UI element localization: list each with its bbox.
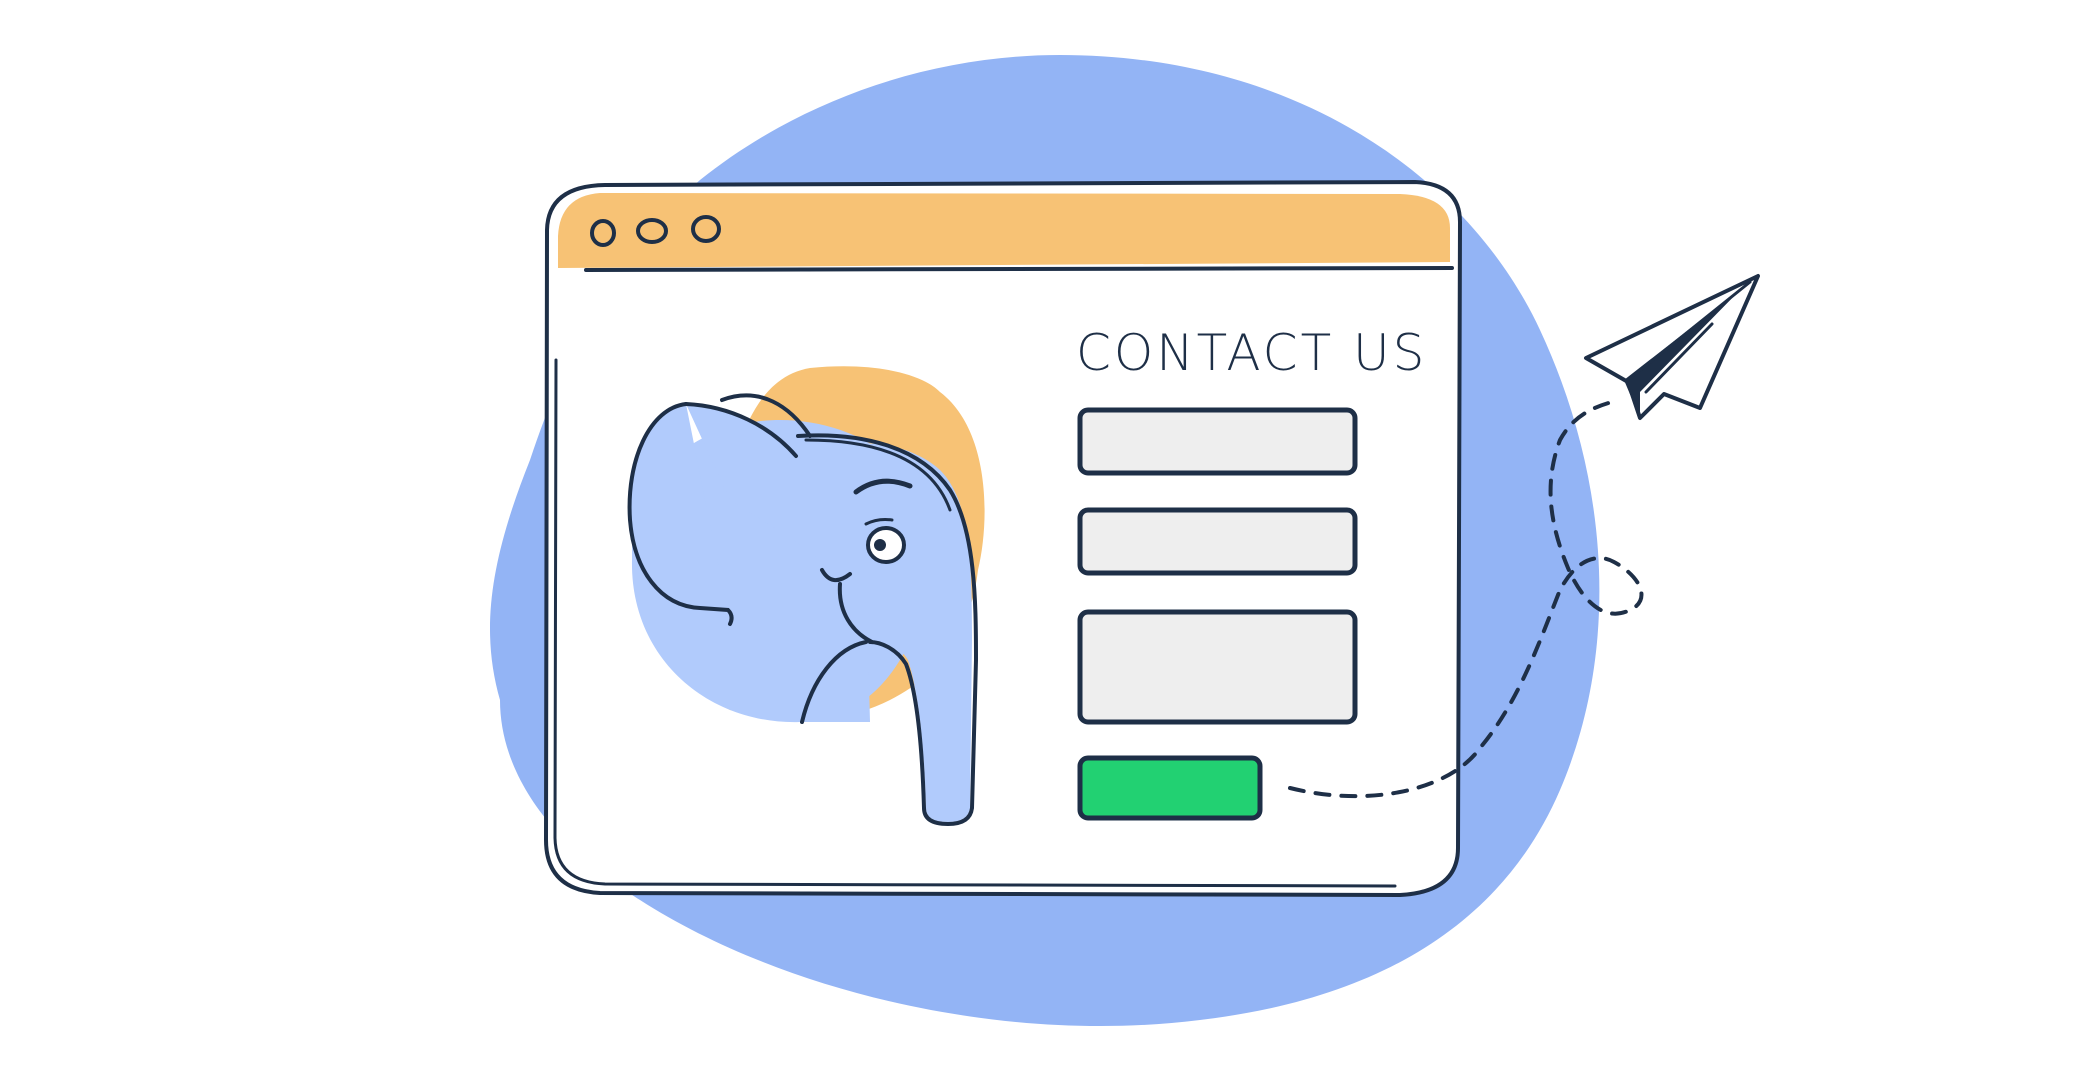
contact-us-illustration: CONTACT US bbox=[490, 55, 1760, 1027]
elephant-pupil bbox=[874, 539, 886, 551]
name-field[interactable] bbox=[1077, 407, 1358, 476]
message-field[interactable] bbox=[1077, 609, 1358, 725]
title-bar-divider bbox=[584, 266, 1454, 272]
paper-plane-icon bbox=[1584, 274, 1760, 420]
email-field[interactable] bbox=[1077, 507, 1358, 576]
send-button[interactable] bbox=[1077, 755, 1263, 821]
contact-title: CONTACT US bbox=[1076, 324, 1427, 382]
